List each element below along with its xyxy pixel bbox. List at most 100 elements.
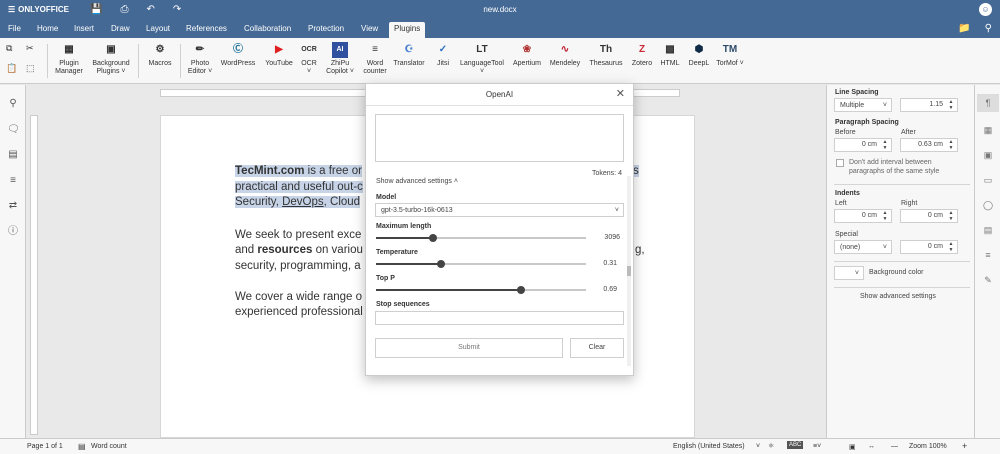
info-icon[interactable]: ⓘ bbox=[7, 226, 19, 238]
signature-settings-icon[interactable]: ✎ bbox=[982, 274, 994, 286]
table-settings-icon[interactable]: ▦ bbox=[982, 124, 994, 136]
macros-button[interactable]: ⚙ Macros bbox=[144, 42, 176, 68]
top-p-slider[interactable] bbox=[376, 286, 586, 294]
fit-page-icon[interactable]: ▣ bbox=[849, 443, 856, 451]
close-icon[interactable]: ✕ bbox=[616, 87, 625, 100]
tab-collaboration[interactable]: Collaboration bbox=[239, 22, 296, 38]
wordpress-button[interactable]: Ⓒ WordPress bbox=[219, 42, 257, 68]
paste-icon[interactable]: 📋 bbox=[6, 64, 17, 73]
spinner-arrows-icon[interactable]: ▲ ▼ bbox=[947, 210, 955, 222]
plugin-manager-button[interactable]: ▦ Plugin Manager bbox=[52, 42, 86, 76]
zoom-in-icon[interactable]: + bbox=[962, 441, 967, 451]
image-settings-icon[interactable]: ▣ bbox=[982, 149, 994, 161]
tab-layout[interactable]: Layout bbox=[141, 22, 175, 38]
tab-draw[interactable]: Draw bbox=[106, 22, 135, 38]
folder-icon[interactable]: 📁 bbox=[958, 23, 970, 34]
spinner-arrows-icon[interactable]: ▲ ▼ bbox=[947, 99, 955, 111]
stop-sequences-input[interactable] bbox=[375, 311, 624, 325]
comments-icon[interactable]: 🗨 bbox=[7, 124, 20, 136]
chart-settings-icon[interactable]: ▤ bbox=[982, 224, 994, 236]
max-length-slider[interactable] bbox=[376, 234, 586, 242]
chevron-down-icon[interactable]: ˅ bbox=[756, 443, 760, 450]
spinner-arrows-icon[interactable]: ▲ ▼ bbox=[947, 241, 955, 253]
search-icon[interactable]: ⚲ bbox=[985, 23, 992, 34]
youtube-button[interactable]: ▶ YouTube bbox=[263, 42, 295, 68]
thesaurus-button[interactable]: Th Thesaurus bbox=[587, 42, 625, 68]
shape-settings-icon[interactable]: ◯ bbox=[982, 199, 994, 211]
word-count-button[interactable]: Word count bbox=[91, 443, 127, 450]
after-spacing-input[interactable]: 0.63 cm ▲ ▼ bbox=[900, 138, 958, 152]
cut-icon[interactable]: ✂ bbox=[26, 44, 34, 53]
chat-icon[interactable]: ▤ bbox=[7, 149, 19, 161]
word-count-icon[interactable]: ▤ bbox=[78, 442, 86, 451]
paragraph-1-line-1: TecMint.com is a free or bbox=[235, 165, 362, 177]
spellcheck-icon[interactable]: ABC bbox=[787, 441, 804, 449]
plugins-icon[interactable]: ⇄ bbox=[7, 200, 19, 212]
select-all-icon[interactable]: ⬚ bbox=[26, 64, 35, 73]
zotero-button[interactable]: Z Zotero bbox=[629, 42, 655, 68]
page-indicator[interactable]: Page 1 of 1 bbox=[27, 443, 63, 450]
globe-icon[interactable]: ⚛ bbox=[768, 442, 774, 450]
copy-icon[interactable]: ⧉ bbox=[6, 44, 12, 53]
before-spacing-input[interactable]: 0 cm ▲ ▼ bbox=[834, 138, 892, 152]
navigation-icon[interactable]: ≡ bbox=[7, 175, 19, 187]
model-select[interactable]: gpt-3.5-turbo-16k-0613 ˅ bbox=[375, 203, 624, 217]
dialog-scrollbar[interactable] bbox=[627, 176, 631, 366]
advanced-settings-toggle[interactable]: Show advanced settings ˄ bbox=[376, 178, 458, 185]
apertium-button[interactable]: ❀ Apertium bbox=[510, 42, 544, 68]
devops-link[interactable]: DevOps bbox=[282, 196, 324, 208]
spinner-arrows-icon[interactable]: ▲ ▼ bbox=[947, 139, 955, 151]
indent-left-input[interactable]: 0 cm ▲ ▼ bbox=[834, 209, 892, 223]
tab-protection[interactable]: Protection bbox=[303, 22, 349, 38]
slider-handle[interactable] bbox=[516, 286, 525, 294]
search-icon[interactable]: ⚲ bbox=[7, 98, 19, 110]
languagetool-icon: LT bbox=[476, 44, 488, 55]
tab-plugins[interactable]: Plugins bbox=[389, 22, 426, 38]
deepl-icon: ⬢ bbox=[694, 44, 704, 55]
show-advanced-settings-link[interactable]: Show advanced settings bbox=[860, 293, 936, 300]
tab-insert[interactable]: Insert bbox=[69, 22, 99, 38]
line-spacing-value[interactable]: 1.15 ▲ ▼ bbox=[900, 98, 958, 112]
tab-references[interactable]: References bbox=[181, 22, 232, 38]
ocr-button[interactable]: OCR OCR ˅ bbox=[298, 42, 320, 76]
languagetool-button[interactable]: LT LanguageTool ˅ bbox=[457, 42, 507, 76]
indent-right-input[interactable]: 0 cm ▲ ▼ bbox=[900, 209, 958, 223]
fit-width-icon[interactable]: ↔ bbox=[868, 443, 875, 450]
background-plugins-button[interactable]: ▣ Background Plugins ˅ bbox=[89, 42, 133, 76]
vertical-ruler[interactable] bbox=[30, 115, 38, 435]
right-tab-bar: ¶ ▦ ▣ ▭ ◯ ▤ ≡ ✎ bbox=[974, 85, 1000, 438]
textart-settings-icon[interactable]: ≡ bbox=[982, 249, 994, 261]
prompt-textarea[interactable] bbox=[375, 114, 624, 162]
translator-button[interactable]: ☪ Translator bbox=[393, 42, 425, 68]
deepl-button[interactable]: ⬢ DeepL bbox=[686, 42, 712, 68]
tormof-button[interactable]: TM TorMof ˅ bbox=[715, 42, 745, 68]
slider-handle[interactable] bbox=[428, 234, 437, 242]
photo-editor-button[interactable]: ✏ Photo Editor ˅ bbox=[185, 42, 215, 76]
avatar[interactable]: ☺ bbox=[979, 3, 992, 16]
language-selector[interactable]: English (United States) bbox=[673, 443, 745, 450]
line-spacing-mode[interactable]: Multiple ˅ bbox=[834, 98, 892, 112]
submit-button[interactable]: Submit bbox=[375, 338, 563, 358]
track-changes-icon[interactable]: ≡˅ bbox=[813, 443, 821, 450]
word-counter-button[interactable]: ≡ Word counter bbox=[360, 42, 390, 76]
html-button[interactable]: ▩ HTML bbox=[658, 42, 682, 68]
tab-home[interactable]: Home bbox=[32, 22, 63, 38]
paragraph-settings-icon[interactable]: ¶ bbox=[977, 94, 999, 112]
spinner-arrows-icon[interactable]: ▲ ▼ bbox=[881, 139, 889, 151]
paragraph-3-line-2: experienced professional bbox=[235, 306, 363, 318]
zhipu-copilot-button[interactable]: AI ZhiPu Copilot ˅ bbox=[322, 42, 358, 76]
special-indent-input[interactable]: 0 cm ▲ ▼ bbox=[900, 240, 958, 254]
tab-file[interactable]: File bbox=[3, 22, 26, 38]
dont-add-interval-checkbox[interactable] bbox=[836, 159, 844, 167]
mendeley-button[interactable]: ∿ Mendeley bbox=[547, 42, 583, 68]
background-color-picker[interactable]: ˅ bbox=[834, 266, 864, 280]
temperature-slider[interactable] bbox=[376, 260, 586, 268]
jitsi-button[interactable]: ✓ Jitsi bbox=[432, 42, 454, 68]
spinner-arrows-icon[interactable]: ▲ ▼ bbox=[881, 210, 889, 222]
zoom-out-icon[interactable]: — bbox=[891, 443, 898, 450]
tab-view[interactable]: View bbox=[356, 22, 383, 38]
special-indent-select[interactable]: (none) ˅ bbox=[834, 240, 892, 254]
header-footer-icon[interactable]: ▭ bbox=[982, 174, 994, 186]
top-p-label: Top P bbox=[376, 275, 395, 282]
clear-button[interactable]: Clear bbox=[570, 338, 624, 358]
